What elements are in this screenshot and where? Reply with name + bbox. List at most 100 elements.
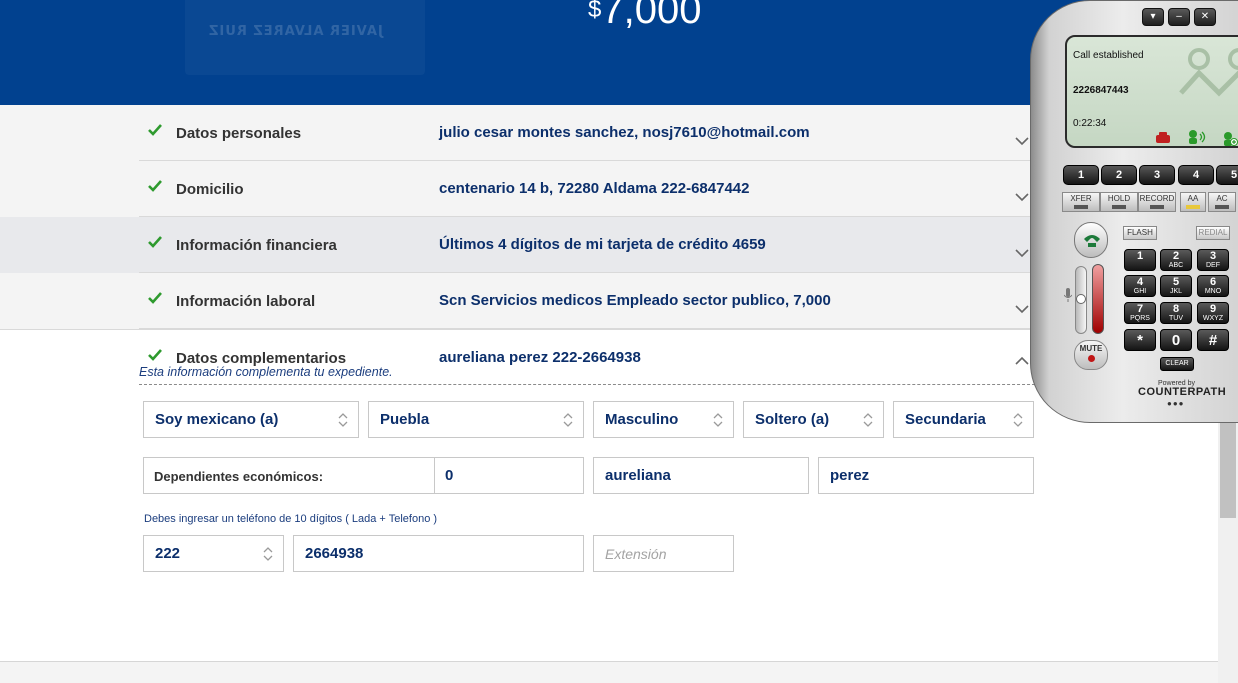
call-status: Call established bbox=[1073, 50, 1144, 61]
check-icon bbox=[148, 124, 162, 136]
keypad-key-7[interactable]: 7 PQRS bbox=[1124, 302, 1156, 324]
section-label: Información financiera bbox=[176, 237, 337, 254]
dropdown-icon[interactable]: ▾ bbox=[1142, 8, 1164, 26]
banner-watermark-text: JAVIER ALVAREZ RUIZ bbox=[208, 24, 383, 39]
chevron-down-icon[interactable] bbox=[1015, 249, 1029, 258]
softphone-window[interactable]: ▾ – ✕ Call established 2226847443 0:22:3… bbox=[1030, 0, 1238, 423]
select-arrows-icon bbox=[563, 413, 573, 427]
key-digit: 2 bbox=[1172, 250, 1180, 262]
line-4-button[interactable]: 4 bbox=[1178, 165, 1214, 185]
field-divider bbox=[434, 458, 435, 493]
key-digit: 7 bbox=[1136, 303, 1144, 315]
chevron-down-icon[interactable] bbox=[1015, 137, 1029, 146]
amount-value: 7,000 bbox=[601, 0, 702, 32]
record-label: RECORD bbox=[1139, 194, 1175, 203]
gender-select[interactable]: Masculino bbox=[593, 401, 734, 438]
hold-label: HOLD bbox=[1107, 194, 1131, 203]
keypad-key-9[interactable]: 9 WXYZ bbox=[1197, 302, 1229, 324]
redial-button[interactable]: REDIAL bbox=[1196, 226, 1230, 240]
phone-value: 2664938 bbox=[305, 545, 364, 562]
key-digit: 1 bbox=[1136, 250, 1144, 262]
keypad-key-0[interactable]: 0 bbox=[1160, 329, 1192, 351]
key-digit: 4 bbox=[1136, 276, 1144, 288]
education-select[interactable]: Secundaria bbox=[893, 401, 1034, 438]
call-button[interactable] bbox=[1074, 222, 1108, 258]
education-value: Secundaria bbox=[905, 411, 986, 428]
keypad-key-8[interactable]: 8 TUV bbox=[1160, 302, 1192, 324]
dependents-value[interactable]: 0 bbox=[445, 467, 453, 484]
counterpath-logo: COUNTERPATH bbox=[1138, 386, 1227, 398]
keypad-key-star[interactable]: * bbox=[1124, 329, 1156, 351]
record-button[interactable]: RECORD bbox=[1138, 192, 1176, 212]
loan-amount: $7,000 bbox=[588, 0, 701, 33]
line-2-button[interactable]: 2 bbox=[1101, 165, 1137, 185]
keypad-key-1[interactable]: 1 bbox=[1124, 249, 1156, 271]
check-icon bbox=[148, 236, 162, 248]
key-digit: 5 bbox=[1172, 276, 1180, 288]
xfer-button[interactable]: XFER bbox=[1062, 192, 1100, 212]
keypad-key-5[interactable]: 5 JKL bbox=[1160, 275, 1192, 297]
key-letters: TUV bbox=[1169, 315, 1183, 322]
hold-button[interactable]: HOLD bbox=[1100, 192, 1138, 212]
line-3-button[interactable]: 3 bbox=[1139, 165, 1175, 185]
state-select[interactable]: Puebla bbox=[368, 401, 584, 438]
reference-last-name-field[interactable]: perez bbox=[818, 457, 1034, 494]
select-arrows-icon bbox=[863, 413, 873, 427]
auto-answer-label: AA bbox=[1187, 194, 1199, 203]
audio-level-meter bbox=[1092, 264, 1104, 334]
key-digit: * bbox=[1137, 332, 1143, 349]
lada-select[interactable]: 222 bbox=[143, 535, 284, 572]
keypad-key-4[interactable]: 4 GHI bbox=[1124, 275, 1156, 297]
extension-field[interactable]: Extensión bbox=[593, 535, 734, 572]
keypad-key-hash[interactable]: # bbox=[1197, 329, 1229, 351]
phone-field[interactable]: 2664938 bbox=[293, 535, 584, 572]
page-footer-strip bbox=[0, 661, 1218, 683]
line-1-button[interactable]: 1 bbox=[1063, 165, 1099, 185]
minimize-icon[interactable]: – bbox=[1168, 8, 1190, 26]
hangup-icon bbox=[1156, 132, 1170, 143]
reference-first-name-field[interactable]: aureliana bbox=[593, 457, 809, 494]
section-label: Domicilio bbox=[176, 181, 244, 198]
page: JAVIER ALVAREZ RUIZ $7,000 Datos persona… bbox=[0, 0, 1238, 683]
key-letters: GHI bbox=[1133, 288, 1147, 295]
keypad-key-2[interactable]: 2 ABC bbox=[1160, 249, 1192, 271]
microphone-icon bbox=[1064, 288, 1072, 302]
check-icon bbox=[148, 180, 162, 192]
reference-last-name-value: perez bbox=[830, 467, 870, 484]
state-value: Puebla bbox=[380, 411, 430, 428]
dependents-field[interactable]: Dependientes económicos: 0 bbox=[143, 457, 584, 494]
select-arrows-icon bbox=[338, 413, 348, 427]
auto-answer-button[interactable]: AA bbox=[1180, 192, 1206, 212]
key-letters: WXYZ bbox=[1202, 315, 1224, 322]
section-label: Datos personales bbox=[176, 125, 302, 142]
chevron-down-icon[interactable] bbox=[1015, 193, 1029, 202]
extension-placeholder: Extensión bbox=[605, 546, 667, 562]
auto-conference-button[interactable]: AC bbox=[1208, 192, 1236, 212]
chevron-down-icon[interactable] bbox=[1015, 305, 1029, 314]
keypad-key-6[interactable]: 6 MNO bbox=[1197, 275, 1229, 297]
marital-status-value: Soltero (a) bbox=[755, 411, 830, 428]
flash-button[interactable]: FLASH bbox=[1123, 226, 1157, 240]
chevron-up-icon[interactable] bbox=[1015, 356, 1029, 365]
volume-slider-knob[interactable] bbox=[1076, 294, 1086, 304]
key-letters: DEF bbox=[1206, 262, 1220, 269]
clear-button[interactable]: CLEAR bbox=[1160, 357, 1194, 371]
close-icon[interactable]: ✕ bbox=[1194, 8, 1216, 26]
section-value: aureliana perez 222-2664938 bbox=[439, 349, 641, 366]
mute-indicator-icon bbox=[1087, 355, 1095, 362]
nationality-select[interactable]: Soy mexicano (a) bbox=[143, 401, 359, 438]
key-digit: 3 bbox=[1209, 250, 1217, 262]
section-note: Esta información complementa tu expedien… bbox=[139, 365, 393, 379]
call-number: 2226847443 bbox=[1073, 85, 1129, 96]
reference-first-name-value: aureliana bbox=[605, 467, 671, 484]
mute-button[interactable]: MUTE bbox=[1074, 340, 1108, 370]
keypad-key-3[interactable]: 3 DEF bbox=[1197, 249, 1229, 271]
brand-logo-watermark bbox=[1179, 48, 1238, 97]
section-label: Información laboral bbox=[176, 293, 316, 310]
gender-value: Masculino bbox=[605, 411, 679, 428]
line-5-button[interactable]: 5 bbox=[1216, 165, 1238, 185]
nationality-value: Soy mexicano (a) bbox=[155, 411, 279, 428]
dashed-divider bbox=[139, 384, 1040, 385]
scrollbar-thumb[interactable] bbox=[1220, 410, 1236, 518]
marital-status-select[interactable]: Soltero (a) bbox=[743, 401, 884, 438]
